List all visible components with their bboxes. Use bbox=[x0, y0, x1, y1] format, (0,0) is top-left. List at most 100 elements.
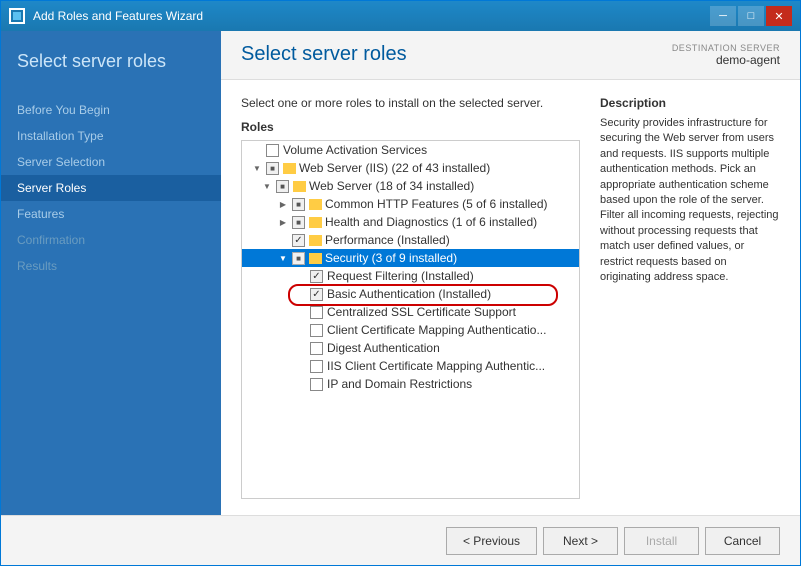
list-item[interactable]: ▶ Common HTTP Features (5 of 6 installed… bbox=[242, 195, 579, 213]
list-item[interactable]: ▶ Health and Diagnostics (1 of 6 install… bbox=[242, 213, 579, 231]
role-label: Digest Authentication bbox=[327, 341, 440, 355]
previous-button[interactable]: < Previous bbox=[446, 527, 537, 555]
window-title: Add Roles and Features Wizard bbox=[33, 9, 203, 23]
role-label: Health and Diagnostics (1 of 6 installed… bbox=[325, 215, 537, 229]
destination-name: demo-agent bbox=[672, 53, 780, 67]
expand-icon: ▼ bbox=[260, 179, 274, 193]
checkbox-digest-auth[interactable] bbox=[310, 342, 323, 355]
sidebar-item-server-selection[interactable]: Server Selection bbox=[1, 149, 221, 175]
checkbox-volume-activation[interactable] bbox=[266, 144, 279, 157]
expand-icon bbox=[294, 359, 308, 373]
expand-icon bbox=[294, 323, 308, 337]
roles-list[interactable]: Volume Activation Services ▼ Web Server … bbox=[242, 141, 579, 498]
window-icon bbox=[9, 8, 25, 24]
page-title: Select server roles bbox=[241, 43, 407, 66]
expand-icon bbox=[294, 269, 308, 283]
list-item[interactable]: ▼ Web Server (IIS) (22 of 43 installed) bbox=[242, 159, 579, 177]
roles-list-container: Volume Activation Services ▼ Web Server … bbox=[241, 140, 580, 499]
description-text: Security provides infrastructure for sec… bbox=[600, 116, 780, 285]
list-item[interactable]: Performance (Installed) bbox=[242, 231, 579, 249]
maximize-button[interactable]: □ bbox=[738, 6, 764, 26]
destination-label: DESTINATION SERVER bbox=[672, 43, 780, 53]
checkbox-web-server[interactable] bbox=[276, 180, 289, 193]
checkbox-common-http[interactable] bbox=[292, 198, 305, 211]
sidebar-item-confirmation: Confirmation bbox=[1, 227, 221, 253]
expand-icon: ▶ bbox=[276, 215, 290, 229]
minimize-button[interactable]: ─ bbox=[710, 6, 736, 26]
role-label: Request Filtering (Installed) bbox=[327, 269, 474, 283]
sidebar-item-installation-type[interactable]: Installation Type bbox=[1, 123, 221, 149]
list-item[interactable]: Client Certificate Mapping Authenticatio… bbox=[242, 321, 579, 339]
expand-icon: ▶ bbox=[276, 197, 290, 211]
role-label: Security (3 of 9 installed) bbox=[325, 251, 457, 265]
list-item[interactable]: ▼ Security (3 of 9 installed) bbox=[242, 249, 579, 267]
expand-icon bbox=[250, 143, 264, 157]
folder-icon bbox=[293, 181, 306, 192]
sidebar-header-title: Select server roles bbox=[17, 51, 205, 73]
list-item[interactable]: Digest Authentication bbox=[242, 339, 579, 357]
role-label: Performance (Installed) bbox=[325, 233, 450, 247]
roles-section: Select one or more roles to install on t… bbox=[241, 96, 580, 499]
list-item[interactable]: IP and Domain Restrictions bbox=[242, 375, 579, 393]
checkbox-security[interactable] bbox=[292, 252, 305, 265]
sidebar: Select server roles Before You Begin Ins… bbox=[1, 31, 221, 515]
horizontal-scrollbar[interactable] bbox=[242, 498, 579, 499]
list-item[interactable]: Centralized SSL Certificate Support bbox=[242, 303, 579, 321]
expand-icon: ▼ bbox=[250, 161, 264, 175]
list-item-basic-auth[interactable]: Basic Authentication (Installed) bbox=[242, 285, 579, 303]
role-label: Client Certificate Mapping Authenticatio… bbox=[327, 323, 546, 337]
folder-icon bbox=[309, 235, 322, 246]
folder-icon bbox=[309, 253, 322, 264]
title-bar-controls: ─ □ ✕ bbox=[710, 6, 792, 26]
role-label: Web Server (18 of 34 installed) bbox=[309, 179, 474, 193]
sidebar-header: Select server roles bbox=[1, 31, 221, 89]
checkbox-health-diag[interactable] bbox=[292, 216, 305, 229]
title-bar-left: Add Roles and Features Wizard bbox=[9, 8, 203, 24]
sidebar-item-server-roles[interactable]: Server Roles bbox=[1, 175, 221, 201]
folder-icon bbox=[309, 199, 322, 210]
sidebar-item-features[interactable]: Features bbox=[1, 201, 221, 227]
roles-label: Roles bbox=[241, 120, 580, 134]
expand-icon bbox=[294, 341, 308, 355]
install-button[interactable]: Install bbox=[624, 527, 699, 555]
checkbox-centralized-ssl[interactable] bbox=[310, 306, 323, 319]
role-label: Centralized SSL Certificate Support bbox=[327, 305, 516, 319]
role-label: IP and Domain Restrictions bbox=[327, 377, 472, 391]
content-area: Select server roles Before You Begin Ins… bbox=[1, 31, 800, 515]
next-button[interactable]: Next > bbox=[543, 527, 618, 555]
checkbox-performance[interactable] bbox=[292, 234, 305, 247]
checkbox-basic-auth[interactable] bbox=[310, 288, 323, 301]
checkbox-web-server-iis[interactable] bbox=[266, 162, 279, 175]
expand-icon bbox=[294, 287, 308, 301]
checkbox-iis-client-cert[interactable] bbox=[310, 360, 323, 373]
sidebar-nav: Before You Begin Installation Type Serve… bbox=[1, 97, 221, 279]
description-section: Description Security provides infrastruc… bbox=[600, 96, 780, 499]
list-item[interactable]: ▼ Web Server (18 of 34 installed) bbox=[242, 177, 579, 195]
checkbox-request-filtering[interactable] bbox=[310, 270, 323, 283]
role-label: Web Server (IIS) (22 of 43 installed) bbox=[299, 161, 490, 175]
folder-icon bbox=[309, 217, 322, 228]
expand-icon: ▼ bbox=[276, 251, 290, 265]
main-window: Add Roles and Features Wizard ─ □ ✕ Sele… bbox=[0, 0, 801, 566]
sidebar-item-before-you-begin[interactable]: Before You Begin bbox=[1, 97, 221, 123]
footer: < Previous Next > Install Cancel bbox=[1, 515, 800, 565]
folder-icon bbox=[283, 163, 296, 174]
checkbox-client-cert[interactable] bbox=[310, 324, 323, 337]
list-item[interactable]: Request Filtering (Installed) bbox=[242, 267, 579, 285]
list-item[interactable]: IIS Client Certificate Mapping Authentic… bbox=[242, 357, 579, 375]
role-label: Basic Authentication (Installed) bbox=[327, 287, 491, 301]
expand-icon bbox=[294, 377, 308, 391]
checkbox-ip-domain[interactable] bbox=[310, 378, 323, 391]
expand-icon bbox=[276, 233, 290, 247]
expand-icon bbox=[294, 305, 308, 319]
role-label: Common HTTP Features (5 of 6 installed) bbox=[325, 197, 548, 211]
main-header: Select server roles DESTINATION SERVER d… bbox=[221, 31, 800, 80]
title-bar: Add Roles and Features Wizard ─ □ ✕ bbox=[1, 1, 800, 31]
instruction-text: Select one or more roles to install on t… bbox=[241, 96, 580, 110]
cancel-button[interactable]: Cancel bbox=[705, 527, 780, 555]
main-body: Select one or more roles to install on t… bbox=[221, 80, 800, 515]
role-label: IIS Client Certificate Mapping Authentic… bbox=[327, 359, 545, 373]
role-label: Volume Activation Services bbox=[283, 143, 427, 157]
list-item[interactable]: Volume Activation Services bbox=[242, 141, 579, 159]
close-button[interactable]: ✕ bbox=[766, 6, 792, 26]
